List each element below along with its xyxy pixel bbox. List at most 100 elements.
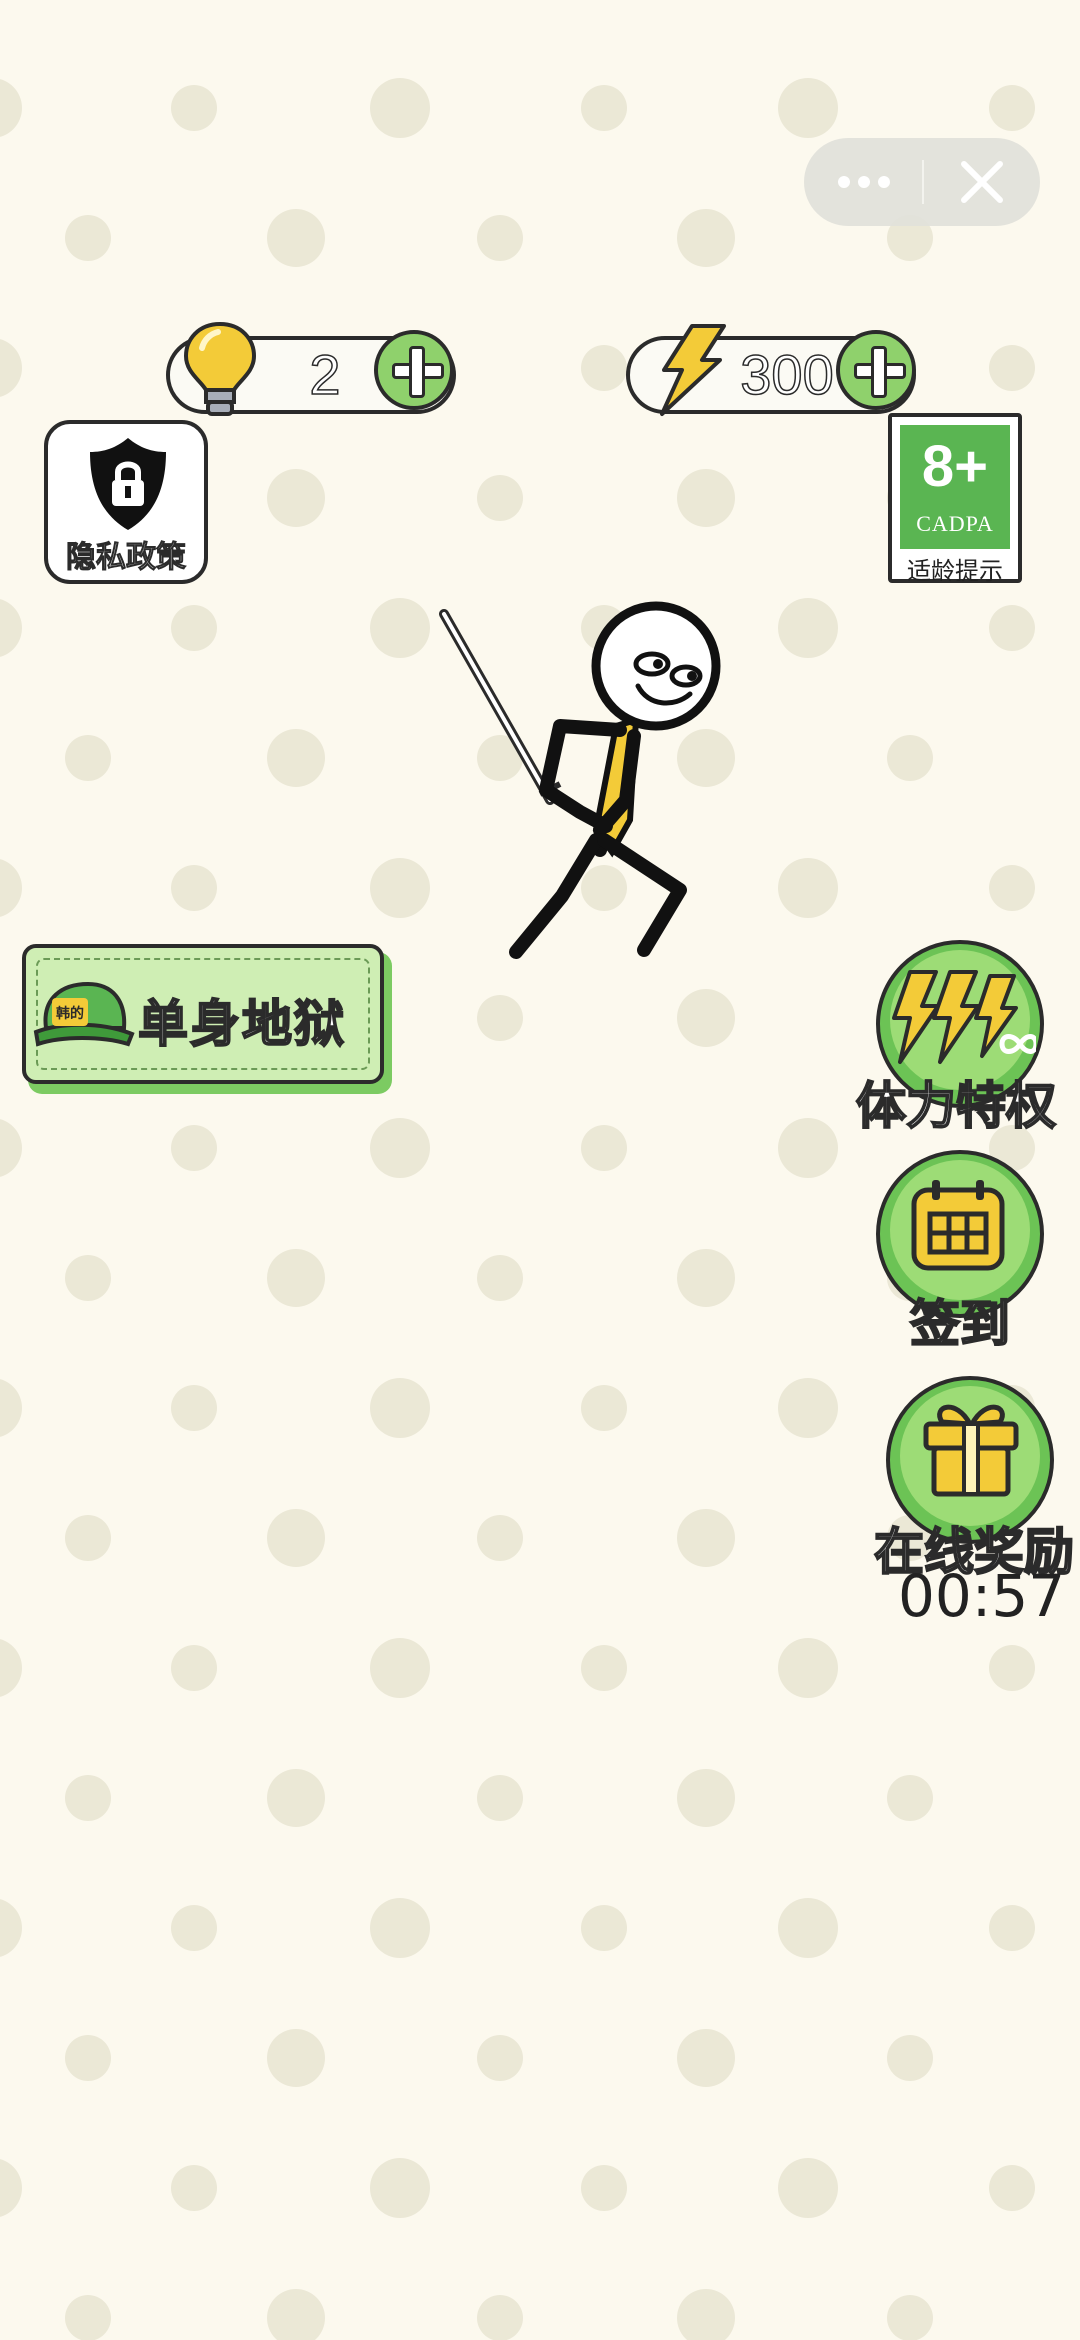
background-dot: [370, 1638, 430, 1698]
background-dot: [989, 1645, 1035, 1691]
background-dot: [267, 729, 325, 787]
background-dot: [989, 2165, 1035, 2211]
background-dot: [171, 85, 217, 131]
close-icon[interactable]: [924, 138, 1040, 226]
background-dot: [171, 865, 217, 911]
lightbulb-icon: [183, 321, 257, 416]
energy-count: 300: [740, 342, 835, 407]
age-rating-org: CADPA: [916, 511, 994, 536]
background-dot: [370, 1898, 430, 1958]
background-dot: [171, 2165, 217, 2211]
background-dot: [171, 605, 217, 651]
cap-icon: 韩的: [33, 981, 135, 1047]
background-dot: [477, 995, 523, 1041]
background-dot: [887, 2035, 933, 2081]
background-dot: [778, 858, 838, 918]
background-dot: [0, 339, 22, 397]
stamina-privilege-label: 体力特权: [855, 1076, 1057, 1136]
background-dot: [65, 1515, 111, 1561]
background-dot: [677, 2289, 735, 2340]
background-dot: [65, 1255, 111, 1301]
age-rating-value: 8+: [921, 434, 989, 499]
background-dot: [778, 1378, 838, 1438]
background-dot: [267, 1769, 325, 1827]
background-dot: [0, 859, 22, 917]
background-dot: [989, 345, 1035, 391]
calendar-icon: [911, 1180, 1005, 1271]
background-dot: [0, 599, 22, 657]
background-dot: [65, 1775, 111, 1821]
checkin-button[interactable]: 签到: [872, 1150, 1072, 1354]
background-dot: [778, 1638, 838, 1698]
background-dot: [267, 1509, 325, 1567]
background-dot: [581, 1385, 627, 1431]
background-dot: [581, 1125, 627, 1171]
background-dot: [0, 1899, 22, 1957]
background-dot: [0, 1379, 22, 1437]
online-reward-timer: 00:57: [898, 1562, 1066, 1630]
background-dot: [989, 605, 1035, 651]
checkin-label: 签到: [909, 1294, 1011, 1354]
privacy-policy-button[interactable]: 隐私政策: [44, 420, 208, 584]
background-dot: [989, 865, 1035, 911]
more-dots-icon[interactable]: [804, 138, 922, 226]
background-dot: [267, 1249, 325, 1307]
background-dot: [677, 469, 735, 527]
background-dot: [0, 2159, 22, 2217]
mini-program-capsule: [804, 138, 1040, 226]
background-dot: [887, 1775, 933, 1821]
background-dot: [477, 1255, 523, 1301]
hints-count: 2: [309, 342, 342, 407]
level-title: 单身地狱: [137, 994, 346, 1054]
cap-badge-text: 韩的: [56, 1005, 84, 1022]
background-dot: [477, 1515, 523, 1561]
stickman-character: [439, 601, 721, 959]
background-dot: [887, 2295, 933, 2340]
background-dot: [477, 1775, 523, 1821]
age-rating-badge[interactable]: 8+ CADPA 适龄提示: [888, 413, 1022, 585]
shield-lock-icon: [90, 438, 166, 530]
age-rating-plate: 8+ CADPA: [900, 425, 1010, 549]
background-dot: [0, 1119, 22, 1177]
lightning-icon: [660, 324, 726, 416]
background-dot: [370, 1378, 430, 1438]
background-dot: [677, 2029, 735, 2087]
background-dot: [65, 735, 111, 781]
background-dot: [477, 2035, 523, 2081]
background-dot: [477, 215, 523, 261]
background-dot: [778, 1118, 838, 1178]
level-card[interactable]: 韩的 单身地狱: [22, 944, 384, 1084]
online-reward-button[interactable]: 在线奖励: [873, 1376, 1080, 1582]
lightning-infinity-icon: [892, 970, 1036, 1064]
background-dot: [370, 1118, 430, 1178]
background-dot: [267, 469, 325, 527]
background-dot: [65, 2035, 111, 2081]
background-dot: [581, 345, 627, 391]
background-dot: [65, 2295, 111, 2340]
background-dot: [267, 2289, 325, 2340]
gift-icon: [923, 1404, 1019, 1497]
background-dot: [778, 1898, 838, 1958]
background-dot: [477, 2295, 523, 2340]
background-dot: [267, 2029, 325, 2087]
background-dot: [171, 1385, 217, 1431]
background-dot: [171, 1905, 217, 1951]
background-dot: [778, 2158, 838, 2218]
background-dot: [778, 78, 838, 138]
background-dot: [887, 735, 933, 781]
background-dot: [677, 989, 735, 1047]
background-dot: [989, 85, 1035, 131]
add-hints-button[interactable]: [374, 330, 454, 410]
background-dot: [0, 1639, 22, 1697]
background-dot: [370, 78, 430, 138]
background-dot: [778, 598, 838, 658]
add-energy-button[interactable]: [836, 330, 916, 410]
background-dot: [267, 209, 325, 267]
background-dot: [65, 215, 111, 261]
background-dot: [581, 1645, 627, 1691]
background-dot: [581, 85, 627, 131]
background-dot: [677, 1769, 735, 1827]
background-dot: [989, 1905, 1035, 1951]
background-dot: [477, 475, 523, 521]
stamina-privilege-button[interactable]: 体力特权: [855, 940, 1072, 1140]
